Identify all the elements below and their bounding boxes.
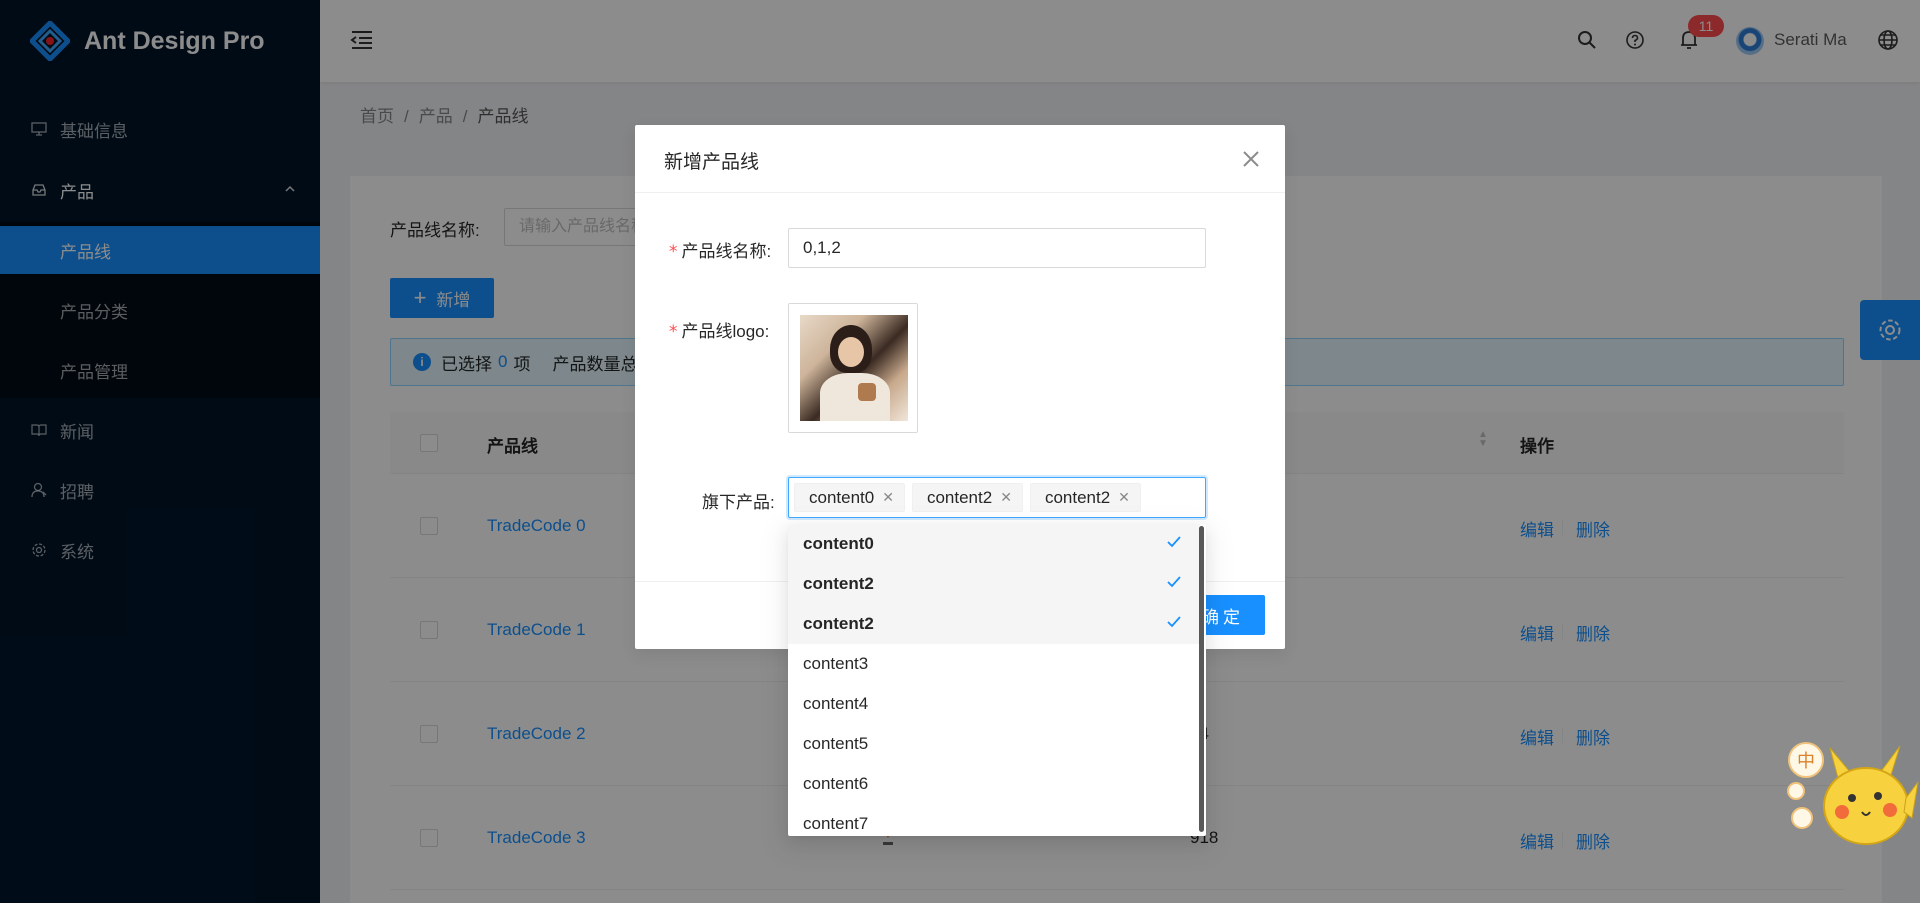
dropdown-scrollbar[interactable] — [1199, 526, 1204, 832]
option-label: content3 — [803, 654, 869, 673]
option-label: content4 — [803, 694, 869, 713]
logo-label-text: 产品线logo: — [681, 322, 770, 341]
selected-tag: content2 ✕ — [911, 483, 1023, 512]
dropdown-option[interactable]: content2 — [788, 604, 1200, 644]
mascot-badge-text: 中 — [1797, 751, 1815, 772]
dropdown-option[interactable]: content7 — [788, 804, 1200, 836]
pikachu-mascot-widget[interactable]: 中 — [1778, 738, 1920, 856]
logo-label: * 产品线logo: — [669, 317, 769, 342]
close-icon[interactable] — [1239, 147, 1263, 171]
products-label: 旗下产品: — [702, 493, 775, 512]
tag-close-icon[interactable]: ✕ — [1000, 489, 1012, 506]
dropdown-option[interactable]: content5 — [788, 724, 1200, 764]
logo-preview-image — [800, 315, 908, 421]
option-label: content7 — [803, 814, 869, 833]
option-label: content5 — [803, 734, 869, 753]
required-mark: * — [669, 322, 678, 342]
option-label: content2 — [803, 614, 874, 633]
dropdown-option[interactable]: content0 — [788, 524, 1200, 564]
selected-tag: content0 ✕ — [794, 483, 905, 512]
products-dropdown: content0 content2 content2 content3 cont… — [788, 524, 1206, 836]
option-label: content2 — [803, 574, 874, 593]
dropdown-option[interactable]: content3 — [788, 644, 1200, 684]
modal-title: 新增产品线 — [635, 125, 1285, 193]
product-line-name-input[interactable]: 0,1,2 — [788, 228, 1206, 268]
tag-close-icon[interactable]: ✕ — [882, 489, 894, 506]
products-multi-select[interactable]: content0 ✕ content2 ✕ content2 ✕ — [788, 477, 1206, 518]
dropdown-option[interactable]: content4 — [788, 684, 1200, 724]
required-mark: * — [669, 242, 678, 262]
tag-label: content2 — [926, 487, 993, 507]
dropdown-option[interactable]: content2 — [788, 564, 1200, 604]
selected-tag: content2 ✕ — [1029, 483, 1141, 512]
logo-upload[interactable] — [788, 303, 918, 433]
tag-label: content2 — [1044, 487, 1111, 507]
dropdown-option[interactable]: content6 — [788, 764, 1200, 804]
name-label-text: 产品线名称: — [681, 242, 772, 261]
check-icon — [1166, 574, 1182, 595]
tag-close-icon[interactable]: ✕ — [1118, 489, 1130, 506]
check-icon — [1166, 534, 1182, 555]
tag-label: content0 — [809, 487, 875, 507]
check-icon — [1166, 614, 1182, 635]
name-label: * 产品线名称: — [669, 237, 771, 262]
option-label: content0 — [803, 534, 874, 553]
option-label: content6 — [803, 774, 869, 793]
